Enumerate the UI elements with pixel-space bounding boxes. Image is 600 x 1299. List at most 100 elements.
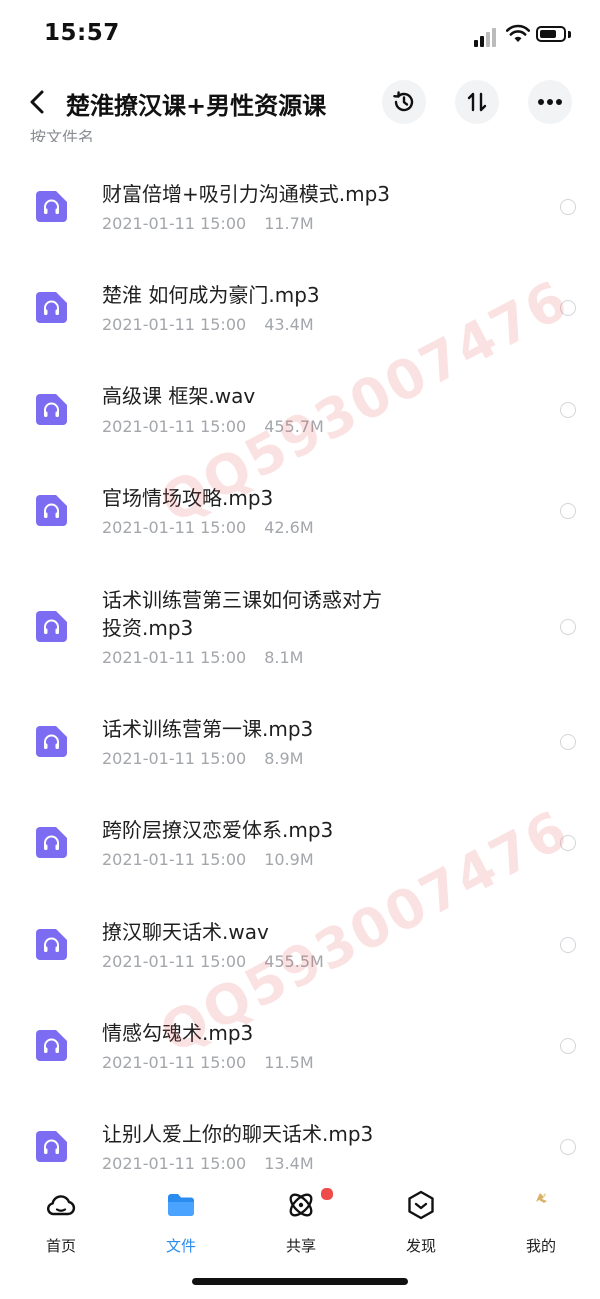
file-meta: 2021-01-11 15:00 8.9M — [102, 749, 303, 768]
select-radio[interactable] — [560, 300, 576, 316]
file-size: 8.1M — [264, 648, 304, 667]
select-radio[interactable] — [560, 402, 576, 418]
select-radio[interactable] — [560, 734, 576, 750]
tab-files[interactable]: 文件 — [136, 1185, 226, 1255]
more-dots-icon — [538, 99, 562, 105]
select-radio[interactable] — [560, 1139, 576, 1155]
tab-label: 发现 — [405, 1237, 436, 1255]
file-meta: 2021-01-11 15:00 13.4M — [102, 1154, 314, 1172]
file-size: 455.5M — [264, 952, 324, 971]
file-date: 2021-01-11 15:00 — [102, 648, 247, 667]
file-name: 话术训练营第一课.mp3 — [102, 717, 314, 741]
profile-icon — [536, 1193, 547, 1203]
status-bar: 15:57 — [0, 0, 600, 70]
tab-profile[interactable]: 我的 — [496, 1185, 586, 1255]
file-meta: 2021-01-11 15:00 11.7M — [102, 214, 314, 233]
file-row[interactable]: 跨阶层撩汉恋爱体系.mp3 2021-01-11 15:00 10.9M — [0, 778, 600, 879]
file-meta: 2021-01-11 15:00 8.1M — [102, 648, 303, 667]
file-row[interactable]: 情感勾魂术.mp3 2021-01-11 15:00 11.5M — [0, 981, 600, 1082]
file-size: 8.9M — [264, 749, 304, 768]
file-date: 2021-01-11 15:00 — [102, 1154, 247, 1172]
file-date: 2021-01-11 15:00 — [102, 1053, 247, 1072]
file-size: 10.9M — [264, 850, 314, 869]
file-row[interactable]: 楚淮 如何成为豪门.mp3 2021-01-11 15:00 43.4M — [0, 243, 600, 344]
audio-file-icon — [36, 1030, 67, 1061]
sort-button[interactable] — [455, 80, 499, 124]
file-meta: 2021-01-11 15:00 455.7M — [102, 417, 324, 436]
select-radio[interactable] — [560, 199, 576, 215]
bottom-tab-bar: 首页 文件 共享 发现 我的 — [0, 1175, 600, 1265]
file-date: 2021-01-11 15:00 — [102, 952, 247, 971]
select-radio[interactable] — [560, 937, 576, 953]
file-size: 43.4M — [264, 315, 314, 334]
history-button[interactable] — [382, 80, 426, 124]
battery-tip — [568, 31, 571, 38]
folder-icon — [168, 1194, 194, 1216]
file-name: 让别人爱上你的聊天话术.mp3 — [102, 1122, 374, 1146]
audio-file-icon — [36, 611, 67, 642]
audio-file-icon — [36, 929, 67, 960]
file-meta: 2021-01-11 15:00 455.5M — [102, 952, 324, 971]
battery-icon — [536, 26, 566, 42]
file-size: 11.7M — [264, 214, 314, 233]
share-atom-icon — [289, 1193, 313, 1217]
file-row[interactable]: 话术训练营第三课如何诱惑对方 投资.mp3 2021-01-11 15:00 8.… — [0, 547, 600, 677]
select-radio[interactable] — [560, 503, 576, 519]
sort-by-name-label[interactable]: 按文件名 — [30, 124, 94, 142]
select-radio[interactable] — [560, 835, 576, 851]
history-icon — [393, 91, 414, 112]
nav-bar: 楚淮撩汉课+男性资源课 — [0, 72, 600, 132]
select-radio[interactable] — [560, 619, 576, 635]
discover-icon — [408, 1190, 434, 1220]
file-row[interactable]: 财富倍增+吸引力沟通模式.mp3 2021-01-11 15:00 11.7M — [0, 142, 600, 243]
audio-file-icon — [36, 394, 67, 425]
file-date: 2021-01-11 15:00 — [102, 214, 247, 233]
cloud-icon — [47, 1195, 76, 1216]
file-list: 财富倍增+吸引力沟通模式.mp3 2021-01-11 15:00 11.7M 楚… — [0, 142, 600, 1172]
file-name: 话术训练营第三课如何诱惑对方 — [102, 588, 382, 612]
tab-home[interactable]: 首页 — [16, 1185, 106, 1255]
file-row[interactable]: 高级课 框架.wav 2021-01-11 15:00 455.7M — [0, 344, 600, 446]
chevron-left-icon — [30, 90, 44, 114]
wifi-icon — [506, 24, 530, 42]
audio-file-icon — [36, 191, 67, 222]
file-name: 高级课 框架.wav — [102, 384, 256, 408]
sort-arrows-icon — [467, 92, 487, 112]
status-time: 15:57 — [44, 20, 120, 46]
cellular-signal-icon — [474, 27, 500, 47]
file-date: 2021-01-11 15:00 — [102, 749, 247, 768]
file-row[interactable]: 撩汉聊天话术.wav 2021-01-11 15:00 455.5M — [0, 879, 600, 981]
file-size: 42.6M — [264, 518, 314, 537]
file-size: 455.7M — [264, 417, 324, 436]
file-name: 官场情场攻略.mp3 — [102, 486, 274, 510]
back-button[interactable] — [22, 84, 54, 120]
file-date: 2021-01-11 15:00 — [102, 417, 247, 436]
audio-file-icon — [36, 726, 67, 757]
file-row[interactable]: 官场情场攻略.mp3 2021-01-11 15:00 42.6M — [0, 446, 600, 547]
audio-file-icon — [36, 495, 67, 526]
home-indicator — [192, 1278, 408, 1285]
file-row[interactable]: 话术训练营第一课.mp3 2021-01-11 15:00 8.9M — [0, 677, 600, 778]
notification-badge — [320, 1187, 334, 1201]
select-radio[interactable] — [560, 1038, 576, 1054]
file-date: 2021-01-11 15:00 — [102, 518, 247, 537]
file-name: 撩汉聊天话术.wav — [102, 920, 269, 944]
file-name: 楚淮 如何成为豪门.mp3 — [102, 283, 320, 307]
more-button[interactable] — [528, 80, 572, 124]
tab-discover[interactable]: 发现 — [376, 1185, 466, 1255]
tab-label: 我的 — [525, 1237, 556, 1255]
tab-share[interactable]: 共享 — [256, 1185, 346, 1255]
file-meta: 2021-01-11 15:00 43.4M — [102, 315, 314, 334]
file-meta: 2021-01-11 15:00 42.6M — [102, 518, 314, 537]
audio-file-icon — [36, 827, 67, 858]
file-row[interactable]: 让别人爱上你的聊天话术.mp3 2021-01-11 15:00 13.4M — [0, 1082, 600, 1172]
tab-label: 文件 — [165, 1237, 196, 1255]
file-size: 11.5M — [264, 1053, 314, 1072]
file-name: 跨阶层撩汉恋爱体系.mp3 — [102, 818, 334, 842]
file-name-line2: 投资.mp3 — [102, 616, 194, 640]
page-title: 楚淮撩汉课+男性资源课 — [66, 92, 327, 120]
file-name: 情感勾魂术.mp3 — [102, 1021, 254, 1045]
file-name: 财富倍增+吸引力沟通模式.mp3 — [102, 182, 391, 206]
file-meta: 2021-01-11 15:00 10.9M — [102, 850, 314, 869]
file-date: 2021-01-11 15:00 — [102, 315, 247, 334]
